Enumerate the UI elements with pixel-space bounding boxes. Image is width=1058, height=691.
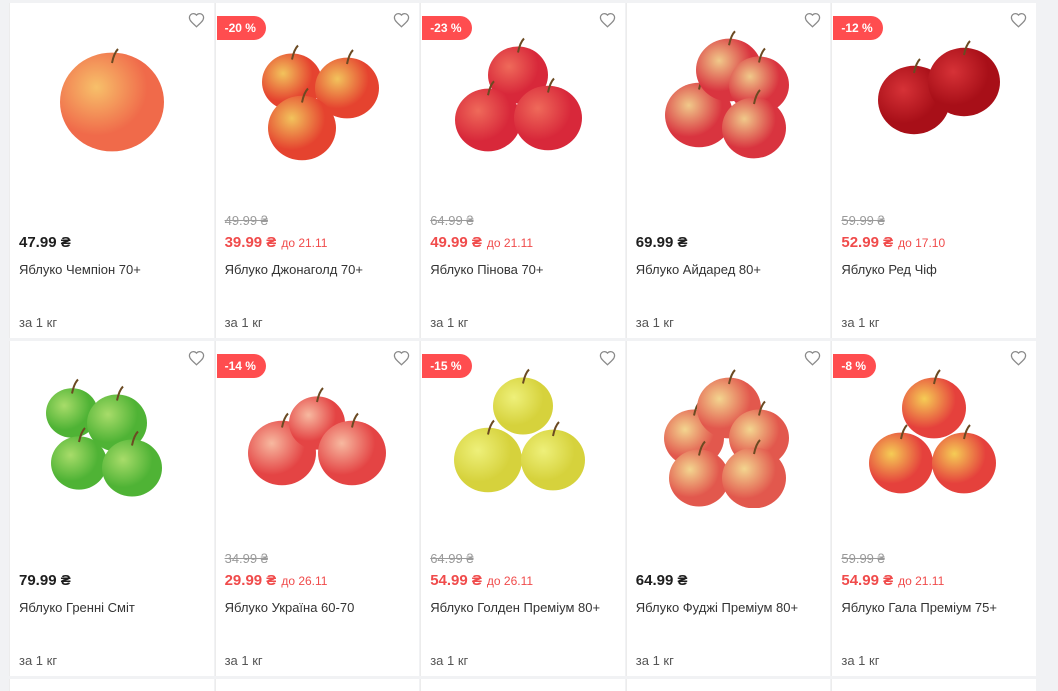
promo-until: до 21.11 [281, 236, 328, 250]
product-image[interactable] [10, 363, 214, 513]
product-card[interactable]: 69.99 ₴ Яблуко Айдаред 80+ за 1 кг [625, 3, 831, 338]
unit-label: за 1 кг [635, 315, 674, 330]
price-row: 52.99 ₴ до 17.10 [841, 234, 945, 251]
unit-label: за 1 кг [635, 653, 674, 668]
apple-image-svg [878, 40, 1001, 135]
price-row: 29.99 ₴ до 26.11 [225, 572, 328, 589]
product-card-edge [214, 679, 420, 691]
product-card[interactable]: -14 % 34.99 ₴ 29.99 ₴ до 26.11 Яблуко Ук… [214, 341, 420, 676]
old-price: 59.99 ₴ [841, 551, 885, 566]
price: 47.99 ₴ [19, 234, 71, 251]
apple-image-svg [453, 368, 585, 493]
product-card-edge [9, 679, 214, 691]
apple-image-svg [869, 369, 997, 494]
product-name[interactable]: Яблуко Україна 60-70 [225, 600, 412, 616]
product-image[interactable] [627, 363, 831, 513]
unit-label: за 1 кг [224, 315, 263, 330]
product-card[interactable]: 47.99 ₴ Яблуко Чемпіон 70+ за 1 кг [9, 3, 214, 338]
price-row: 54.99 ₴ до 26.11 [430, 572, 533, 589]
product-image[interactable] [832, 25, 1036, 175]
old-price: 49.99 ₴ [224, 213, 268, 228]
unit-label: за 1 кг [841, 315, 880, 330]
product-name[interactable]: Яблуко Айдаред 80+ [636, 262, 823, 278]
product-name[interactable]: Яблуко Чемпіон 70+ [19, 262, 206, 278]
product-card[interactable]: 79.99 ₴ Яблуко Гренні Сміт за 1 кг [9, 341, 214, 676]
product-image[interactable] [832, 363, 1036, 513]
price: 54.99 ₴ [430, 572, 482, 589]
product-card-edge [831, 679, 1036, 691]
old-price: 34.99 ₴ [224, 551, 268, 566]
price: 54.99 ₴ [841, 572, 894, 589]
unit-label: за 1 кг [841, 653, 880, 668]
product-grid: 47.99 ₴ Яблуко Чемпіон 70+ за 1 кг -20 %… [9, 3, 1037, 676]
unit-label: за 1 кг [19, 315, 58, 330]
product-image[interactable] [421, 25, 625, 175]
promo-until: до 21.11 [898, 574, 945, 588]
price-row: 54.99 ₴ до 21.11 [841, 572, 944, 589]
price-row: 47.99 ₴ [19, 234, 71, 251]
old-price: 59.99 ₴ [841, 213, 885, 228]
product-card[interactable]: 64.99 ₴ Яблуко Фуджі Преміум 80+ за 1 кг [625, 341, 831, 676]
promo-until: до 26.11 [486, 574, 534, 588]
product-image[interactable] [421, 363, 625, 513]
price-row: 49.99 ₴ до 21.11 [430, 234, 533, 251]
next-row-edge [9, 679, 1037, 691]
product-name[interactable]: Яблуко Джонаголд 70+ [225, 262, 412, 278]
apple-image-svg [248, 387, 387, 486]
apple-image-svg [262, 44, 380, 161]
price: 39.99 ₴ [224, 234, 277, 251]
unit-label: за 1 кг [430, 315, 469, 330]
promo-until: до 26.11 [281, 574, 328, 588]
unit-label: за 1 кг [430, 653, 469, 668]
apple-image-svg [664, 30, 789, 159]
product-image[interactable] [216, 25, 420, 175]
product-image[interactable] [627, 25, 831, 175]
product-card[interactable]: -8 % 59.99 ₴ 54.99 ₴ до 21.11 Яблуко Гал… [831, 341, 1036, 676]
apple-image-svg [59, 48, 164, 152]
old-price: 64.99 ₴ [430, 551, 474, 566]
product-card-edge [625, 679, 831, 691]
product-card[interactable]: -12 % 59.99 ₴ 52.99 ₴ до 17.10 Яблуко Ре… [831, 3, 1036, 338]
product-card-edge [420, 679, 625, 691]
price: 64.99 ₴ [635, 572, 688, 589]
product-card[interactable]: -23 % 64.99 ₴ 49.99 ₴ до 21.11 Яблуко Пі… [420, 3, 625, 338]
price-row: 69.99 ₴ [636, 234, 688, 251]
product-name[interactable]: Яблуко Ред Чіф [841, 262, 1028, 278]
product-name[interactable]: Яблуко Фуджі Преміум 80+ [636, 600, 823, 616]
product-name[interactable]: Яблуко Гала Преміум 75+ [841, 600, 1028, 616]
product-image[interactable] [10, 25, 214, 175]
promo-until: до 21.11 [486, 236, 534, 250]
product-name[interactable]: Яблуко Пінова 70+ [430, 262, 617, 278]
apple-image-svg [45, 378, 162, 497]
price-row: 64.99 ₴ [636, 572, 688, 589]
product-name[interactable]: Яблуко Голден Преміум 80+ [430, 600, 617, 616]
price: 79.99 ₴ [19, 572, 71, 589]
promo-until: до 17.10 [898, 236, 946, 250]
price: 52.99 ₴ [841, 234, 894, 251]
price-row: 79.99 ₴ [19, 572, 71, 589]
old-price: 64.99 ₴ [430, 213, 474, 228]
product-name[interactable]: Яблуко Гренні Сміт [19, 600, 206, 616]
apple-image-svg [454, 37, 582, 152]
product-card[interactable]: -15 % 64.99 ₴ 54.99 ₴ до 26.11 Яблуко Го… [420, 341, 625, 676]
product-card[interactable]: -20 % 49.99 ₴ 39.99 ₴ до 21.11 Яблуко Дж… [214, 3, 420, 338]
price: 29.99 ₴ [224, 572, 277, 589]
price: 49.99 ₴ [430, 234, 482, 251]
price-row: 39.99 ₴ до 21.11 [225, 234, 328, 251]
product-image[interactable] [216, 363, 420, 513]
unit-label: за 1 кг [224, 653, 263, 668]
price: 69.99 ₴ [635, 234, 688, 251]
unit-label: за 1 кг [19, 653, 58, 668]
apple-image-svg [663, 369, 789, 508]
